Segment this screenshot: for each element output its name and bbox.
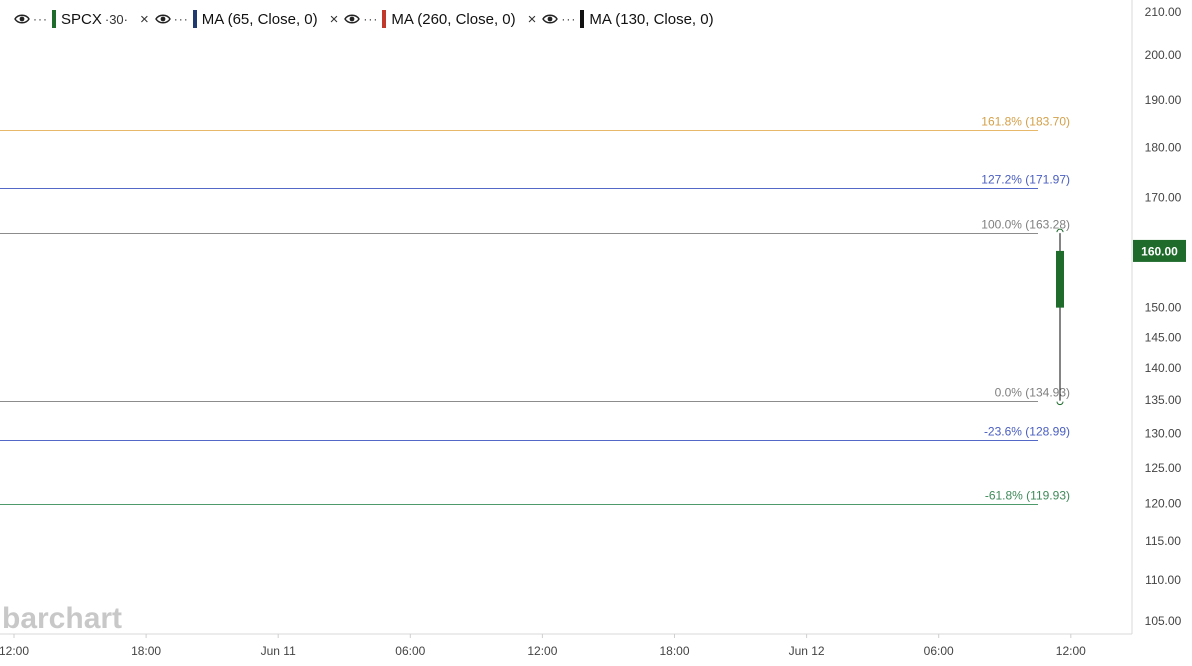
y-tick-label: 110.00 — [1145, 573, 1181, 587]
y-tick-label: 130.00 — [1145, 426, 1182, 440]
fib-level-label: -23.6% (128.99) — [984, 425, 1070, 439]
legend-item-ma-130[interactable]: × ··· MA (130, Close, 0) — [518, 10, 714, 28]
x-tick-label: 06:00 — [924, 644, 954, 658]
x-tick-label: Jun 12 — [789, 644, 825, 658]
barchart-watermark: barchart — [2, 602, 122, 635]
eye-icon[interactable] — [344, 13, 361, 25]
ma-260-color-swatch — [382, 10, 387, 28]
legend-item-ma-65[interactable]: × ··· MA (65, Close, 0) — [130, 10, 318, 28]
chart-legend: ··· SPCX ·30· × ··· MA (65, Close, 0) × … — [14, 8, 714, 30]
y-tick-label: 200.00 — [1145, 48, 1182, 62]
y-tick-label: 120.00 — [1145, 497, 1182, 511]
x-tick-label: 12:00 — [1056, 644, 1086, 658]
candle-body[interactable] — [1056, 250, 1064, 308]
fib-level-label: 127.2% (171.97) — [981, 173, 1070, 187]
price-chart[interactable]: 161.8% (183.70) 127.2% (171.97) 100.0% (16… — [0, 0, 1192, 666]
symbol-label: SPCX — [61, 10, 102, 28]
legend-item-symbol[interactable]: ··· SPCX ·30· — [14, 10, 128, 28]
close-icon[interactable]: × — [140, 11, 149, 28]
x-tick-label: Jun 11 — [261, 644, 296, 658]
y-tick-label: 125.00 — [1145, 461, 1182, 475]
y-tick-label: 170.00 — [1145, 191, 1182, 205]
chart-axes — [0, 0, 1133, 635]
y-tick-label: 135.00 — [1145, 393, 1182, 407]
y-tick-label: 140.00 — [1145, 361, 1182, 375]
ma-130-color-swatch — [580, 10, 585, 28]
fib-level-label: 0.0% (134.93) — [995, 386, 1070, 400]
ma-65-label: MA (65, Close, 0) — [201, 10, 318, 28]
y-tick-label: 210.00 — [1145, 5, 1182, 19]
low-marker-icon — [1056, 401, 1064, 406]
close-icon[interactable]: × — [528, 11, 537, 28]
y-tick-label: 105.00 — [1145, 614, 1182, 628]
y-tick-label: 180.00 — [1145, 140, 1182, 154]
x-tick-label: 12:00 — [0, 644, 29, 658]
close-icon[interactable]: × — [330, 11, 339, 28]
x-tick-label: 18:00 — [131, 644, 161, 658]
symbol-color-swatch — [52, 10, 56, 28]
menu-dots-icon[interactable]: ··· — [561, 12, 576, 26]
interval-label: ·30· — [104, 11, 128, 27]
eye-icon[interactable] — [542, 13, 559, 25]
candles[interactable] — [1056, 228, 1064, 406]
fib-level-label: 161.8% (183.70) — [981, 115, 1070, 129]
legend-item-ma-260[interactable]: × ··· MA (260, Close, 0) — [320, 10, 516, 28]
eye-icon[interactable] — [14, 13, 30, 25]
menu-dots-icon[interactable]: ··· — [363, 12, 378, 26]
current-price-label: 160.00 — [1141, 244, 1178, 258]
y-tick-label: 115.00 — [1145, 534, 1181, 548]
ma-260-label: MA (260, Close, 0) — [391, 10, 516, 28]
eye-icon[interactable] — [154, 13, 171, 25]
fibonacci-retracement[interactable]: 161.8% (183.70) 127.2% (171.97) 100.0% (16… — [0, 115, 1070, 505]
y-tick-label: 145.00 — [1145, 330, 1182, 344]
ma-130-label: MA (130, Close, 0) — [589, 10, 714, 28]
menu-dots-icon[interactable]: ··· — [174, 12, 189, 26]
fib-level-label: -61.8% (119.93) — [985, 489, 1070, 503]
x-axis[interactable]: 12:00 18:00 Jun 11 06:00 12:00 18:00 Jun 12 06:… — [0, 634, 1086, 658]
x-tick-label: 12:00 — [527, 644, 557, 658]
menu-dots-icon[interactable]: ··· — [33, 12, 48, 26]
x-tick-label: 18:00 — [659, 644, 689, 658]
y-tick-label: 190.00 — [1145, 93, 1182, 107]
x-tick-label: 06:00 — [395, 644, 425, 658]
ma-65-color-swatch — [192, 10, 197, 28]
y-axis[interactable]: 210.00 200.00 190.00 180.00 170.00 160.00 150.… — [1133, 5, 1186, 628]
fib-level-label: 100.0% (163.28) — [981, 218, 1070, 232]
y-tick-label: 150.00 — [1145, 301, 1182, 315]
